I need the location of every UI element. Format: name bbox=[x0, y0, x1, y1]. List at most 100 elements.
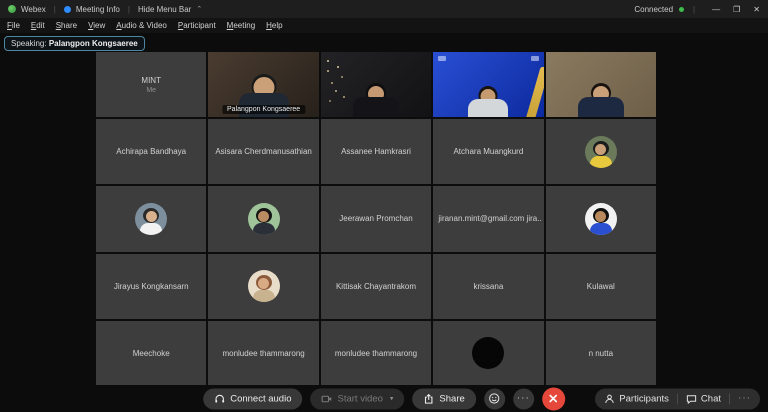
person-silhouette bbox=[571, 71, 631, 117]
background-logo bbox=[438, 56, 446, 61]
start-video-button[interactable]: Start video ▾ bbox=[310, 388, 404, 409]
separator: | bbox=[693, 5, 695, 14]
participant-tile[interactable]: Jirayus Kongkansarn bbox=[96, 254, 206, 319]
webex-logo-icon bbox=[8, 5, 16, 13]
participant-tile[interactable]: jiranan.mint@gmail.com jira... bbox=[433, 186, 543, 251]
close-button[interactable]: ✕ bbox=[753, 5, 760, 14]
background-logo bbox=[531, 56, 539, 61]
participant-name: Atchara Muangkurd bbox=[450, 147, 526, 156]
meeting-info-button[interactable]: Meeting Info bbox=[76, 5, 120, 14]
webex-meeting-window: Webex | Meeting Info | Hide Menu Bar ⌃ C… bbox=[0, 0, 768, 412]
share-button[interactable]: Share bbox=[412, 388, 475, 409]
video-feed bbox=[546, 52, 656, 117]
menu-item-file[interactable]: File bbox=[7, 21, 20, 30]
avatar bbox=[135, 203, 167, 235]
participant-name: Assanee Hamkrasri bbox=[338, 147, 414, 156]
speaking-prefix: Speaking: bbox=[11, 39, 47, 48]
person-icon bbox=[604, 393, 615, 404]
person-silhouette bbox=[346, 71, 406, 117]
avatar bbox=[248, 270, 280, 302]
participant-name: Kittisak Chayantrakom bbox=[333, 282, 419, 291]
close-x-icon bbox=[548, 394, 558, 404]
participant-name: Achirapa Bandhaya bbox=[113, 147, 189, 156]
menu-item-audio-video[interactable]: Audio & Video bbox=[116, 21, 167, 30]
participant-tile[interactable]: Jeerawan Promchan bbox=[321, 186, 431, 251]
menu-item-view[interactable]: View bbox=[88, 21, 105, 30]
participant-tile[interactable] bbox=[321, 52, 431, 117]
participant-tile[interactable] bbox=[96, 186, 206, 251]
participant-name: Meechoke bbox=[130, 349, 173, 358]
participant-tile[interactable]: Atchara Muangkurd bbox=[433, 119, 543, 184]
participant-tile[interactable] bbox=[433, 321, 543, 386]
participant-name: Jirayus Kongkansarn bbox=[111, 282, 192, 291]
leave-meeting-button[interactable] bbox=[542, 387, 565, 410]
avatar bbox=[472, 337, 504, 369]
divider bbox=[677, 393, 678, 404]
speaking-name: Palangpon Kongsaeree bbox=[49, 39, 138, 48]
maximize-button[interactable]: ❐ bbox=[733, 5, 740, 14]
video-feed bbox=[321, 52, 431, 117]
participant-tile[interactable] bbox=[546, 119, 656, 184]
participant-tile[interactable]: Palangpon Kongsaeree bbox=[208, 52, 318, 117]
control-bar: Connect audio Start video ▾ Share bbox=[0, 385, 768, 412]
connect-audio-button[interactable]: Connect audio bbox=[203, 388, 302, 409]
participant-tile[interactable]: Kulawal bbox=[546, 254, 656, 319]
chat-bubble-icon bbox=[686, 393, 697, 404]
chat-label: Chat bbox=[701, 393, 721, 404]
share-label: Share bbox=[439, 393, 464, 404]
menu-item-edit[interactable]: Edit bbox=[31, 21, 45, 30]
participant-name-label: Palangpon Kongsaeree bbox=[222, 105, 305, 114]
separator: | bbox=[54, 5, 56, 14]
more-panels-button[interactable]: ··· bbox=[738, 394, 751, 404]
hide-menu-bar-button[interactable]: Hide Menu Bar bbox=[138, 5, 191, 14]
participant-tile[interactable] bbox=[546, 186, 656, 251]
participant-name: MINT bbox=[138, 76, 164, 85]
person-silhouette bbox=[458, 71, 518, 117]
app-title: Webex bbox=[21, 5, 46, 14]
participant-sub-label: Me bbox=[146, 87, 156, 94]
more-options-button[interactable]: ··· bbox=[513, 388, 534, 409]
chevron-down-icon: ▾ bbox=[390, 395, 394, 403]
video-feed bbox=[433, 52, 543, 117]
window-lights bbox=[327, 60, 329, 62]
menu-bar: File Edit Share View Audio & Video Participan… bbox=[0, 18, 768, 33]
avatar bbox=[248, 203, 280, 235]
menu-item-help[interactable]: Help bbox=[266, 21, 282, 30]
menu-item-meeting[interactable]: Meeting bbox=[227, 21, 255, 30]
minimize-button[interactable]: — bbox=[712, 5, 720, 14]
participant-name: Asisara Cherdmanusathian bbox=[212, 147, 315, 156]
participant-tile[interactable] bbox=[208, 186, 318, 251]
participant-name: monludee thammarong bbox=[219, 349, 307, 358]
participant-tile[interactable]: n nutta bbox=[546, 321, 656, 386]
separator: | bbox=[128, 5, 130, 14]
participant-tile[interactable]: Achirapa Bandhaya bbox=[96, 119, 206, 184]
connected-dot-icon bbox=[679, 7, 684, 12]
participant-tile[interactable]: monludee thammarong bbox=[321, 321, 431, 386]
participant-tile[interactable]: Meechoke bbox=[96, 321, 206, 386]
participant-name: monludee thammarong bbox=[332, 349, 420, 358]
chat-button[interactable]: Chat bbox=[686, 393, 721, 404]
participant-tile[interactable]: Kittisak Chayantrakom bbox=[321, 254, 431, 319]
participant-tile[interactable]: Assanee Hamkrasri bbox=[321, 119, 431, 184]
share-icon bbox=[423, 393, 434, 404]
ellipsis-icon: ··· bbox=[517, 394, 530, 404]
smiley-icon bbox=[488, 393, 500, 405]
camera-icon bbox=[321, 393, 332, 404]
ellipsis-icon: ··· bbox=[738, 394, 751, 404]
participant-tile[interactable] bbox=[208, 254, 318, 319]
reactions-button[interactable] bbox=[484, 388, 505, 409]
participant-tile[interactable]: Asisara Cherdmanusathian bbox=[208, 119, 318, 184]
participant-name: krissana bbox=[470, 282, 506, 291]
participant-name: Jeerawan Promchan bbox=[336, 214, 415, 223]
menu-item-participant[interactable]: Participant bbox=[178, 21, 216, 30]
avatar bbox=[585, 136, 617, 168]
participant-tile[interactable]: MINT Me bbox=[96, 52, 206, 117]
participant-tile[interactable]: monludee thammarong bbox=[208, 321, 318, 386]
participant-name: jiranan.mint@gmail.com jira... bbox=[435, 214, 541, 223]
menu-item-share[interactable]: Share bbox=[56, 21, 77, 30]
participant-tile[interactable] bbox=[546, 52, 656, 117]
headset-icon bbox=[214, 393, 225, 404]
participants-button[interactable]: Participants bbox=[604, 393, 669, 404]
participant-tile[interactable] bbox=[433, 52, 543, 117]
participant-tile[interactable]: krissana bbox=[433, 254, 543, 319]
